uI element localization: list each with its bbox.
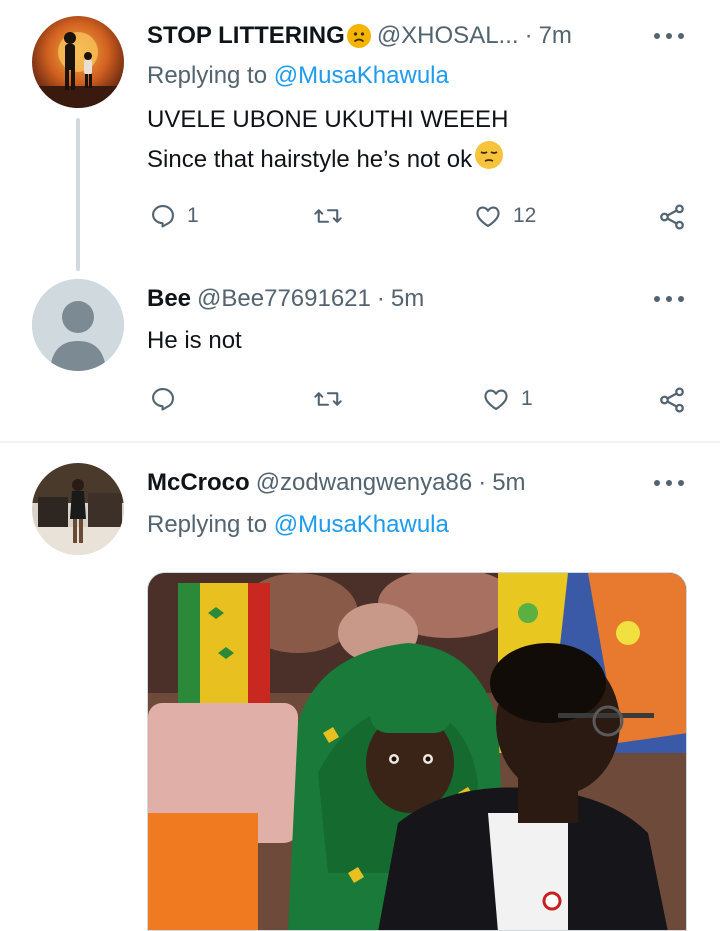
separator-dot: · bbox=[478, 469, 487, 496]
timestamp[interactable]: 5m bbox=[492, 469, 525, 497]
replying-to: Replying to @MusaKhawula bbox=[147, 511, 449, 539]
like-button[interactable]: 1 bbox=[481, 385, 533, 413]
tweet-text-line-2: Since that hairstyle he’s not ok bbox=[147, 140, 504, 181]
thread-line bbox=[76, 118, 80, 271]
more-icon[interactable] bbox=[654, 32, 684, 40]
share-button[interactable] bbox=[657, 202, 687, 232]
reply-count: 1 bbox=[187, 204, 199, 227]
retweet-icon bbox=[314, 209, 342, 223]
pensive-face-emoji bbox=[474, 140, 504, 181]
tweet-2[interactable]: Bee @Bee77691621 · 5m He is not 1 bbox=[0, 275, 720, 441]
display-name[interactable]: STOP LITTERING bbox=[147, 22, 345, 50]
reply-icon bbox=[152, 388, 174, 411]
action-bar: 1 bbox=[147, 383, 692, 417]
avatar[interactable] bbox=[32, 279, 124, 371]
retweet-button[interactable] bbox=[313, 385, 353, 413]
display-name[interactable]: McCroco bbox=[147, 469, 250, 497]
reply-button[interactable] bbox=[149, 385, 187, 413]
mention-link[interactable]: @MusaKhawula bbox=[274, 511, 449, 538]
tweet-header: Bee @Bee77691621 · 5m bbox=[147, 283, 424, 315]
tweet-text-line-2-content: Since that hairstyle he’s not ok bbox=[147, 145, 473, 173]
more-icon[interactable] bbox=[654, 479, 684, 487]
share-icon bbox=[660, 387, 684, 413]
reply-icon bbox=[152, 205, 174, 228]
like-icon bbox=[476, 206, 500, 227]
mention-link[interactable]: @MusaKhawula bbox=[274, 62, 449, 89]
user-handle[interactable]: @Bee77691621 bbox=[197, 285, 371, 313]
tweet-header: McCroco @zodwangwenya86 · 5m bbox=[147, 467, 526, 499]
timestamp[interactable]: 7m bbox=[539, 22, 572, 50]
share-button[interactable] bbox=[657, 385, 687, 415]
separator-dot: · bbox=[376, 285, 385, 312]
frowning-face-emoji bbox=[346, 24, 371, 48]
separator-dot: · bbox=[524, 22, 533, 49]
replying-prefix: Replying to bbox=[147, 511, 268, 538]
reply-button[interactable]: 1 bbox=[149, 202, 199, 230]
replying-to: Replying to @MusaKhawula bbox=[147, 62, 449, 90]
more-icon[interactable] bbox=[654, 295, 684, 303]
like-button[interactable]: 12 bbox=[473, 202, 536, 230]
share-icon bbox=[660, 204, 684, 230]
like-icon bbox=[484, 389, 508, 410]
tweet-text-line-1: UVELE UBONE UKUTHI WEEEH bbox=[147, 106, 509, 133]
tweet-1[interactable]: STOP LITTERING @XHOSAL... · 7m Replying … bbox=[0, 0, 720, 275]
tweet-header: STOP LITTERING @XHOSAL... · 7m bbox=[147, 20, 572, 52]
user-handle[interactable]: @zodwangwenya86 bbox=[256, 469, 473, 497]
retweet-icon bbox=[314, 392, 342, 406]
replying-prefix: Replying to bbox=[147, 62, 268, 89]
avatar[interactable] bbox=[32, 463, 124, 555]
user-handle[interactable]: @XHOSAL... bbox=[377, 22, 519, 50]
display-name[interactable]: Bee bbox=[147, 285, 191, 313]
like-count: 12 bbox=[513, 204, 537, 227]
action-bar: 1 12 bbox=[147, 200, 692, 234]
like-count: 1 bbox=[521, 387, 533, 410]
avatar[interactable] bbox=[32, 16, 124, 108]
tweet-media-photo[interactable] bbox=[147, 572, 687, 931]
timestamp[interactable]: 5m bbox=[391, 285, 424, 313]
retweet-button[interactable] bbox=[313, 202, 353, 230]
tweet-text-line-1: He is not bbox=[147, 327, 242, 354]
